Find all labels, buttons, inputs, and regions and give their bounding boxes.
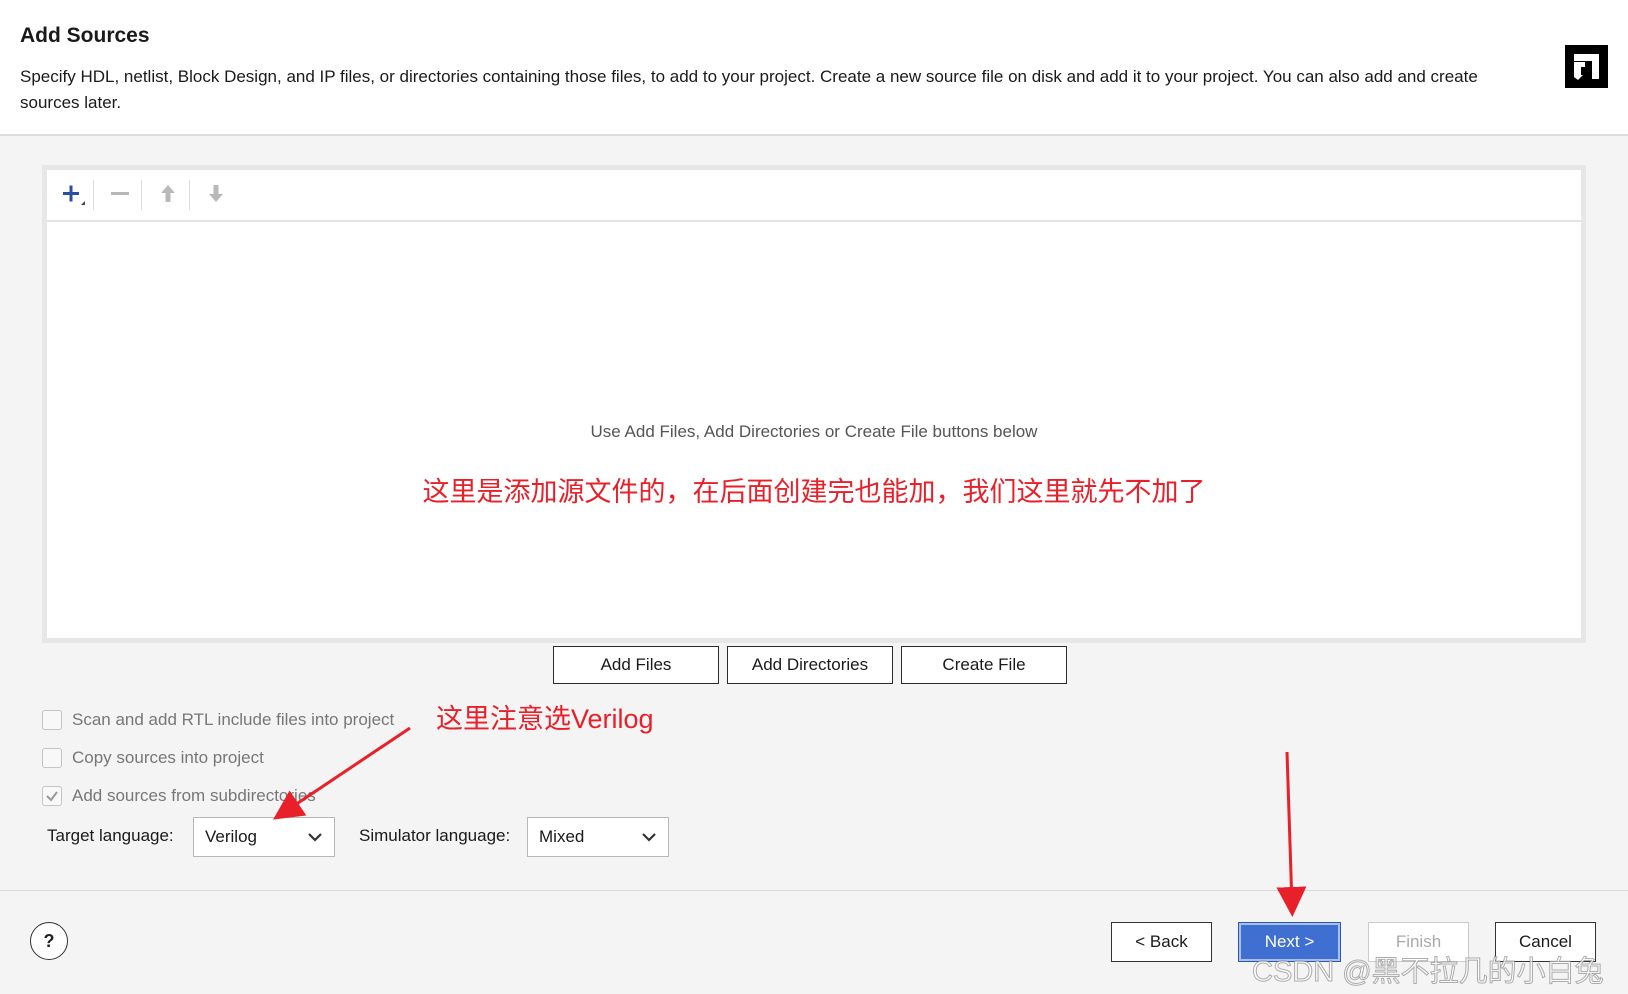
watermark: CSDN @黑不拉几的小白兔: [1252, 956, 1605, 989]
add-subdirs-checkbox[interactable]: [42, 786, 62, 806]
arrow-up-icon[interactable]: [153, 179, 183, 209]
scan-rtl-label: Scan and add RTL include files into proj…: [72, 710, 395, 729]
add-subdirs-option[interactable]: Add sources from subdirectories: [42, 783, 316, 809]
target-language-select[interactable]: Verilog: [193, 817, 335, 857]
plus-icon[interactable]: [57, 179, 87, 209]
minus-icon[interactable]: [105, 179, 135, 209]
back-button[interactable]: < Back: [1111, 922, 1212, 962]
create-file-button[interactable]: Create File: [901, 646, 1067, 684]
copy-sources-label: Copy sources into project: [72, 748, 264, 767]
scan-rtl-checkbox[interactable]: [42, 710, 62, 730]
target-language-label: Target language:: [47, 826, 174, 845]
annotation-text: 这里注意选Verilog: [436, 704, 654, 734]
simulator-language-value: Mixed: [539, 827, 585, 846]
page-description: Specify HDL, netlist, Block Design, and …: [20, 67, 1478, 112]
simulator-language-label: Simulator language:: [359, 826, 511, 845]
checkmark-icon: [46, 791, 58, 802]
add-files-button[interactable]: Add Files: [553, 646, 719, 684]
sources-toolbar: [47, 170, 1581, 222]
scan-rtl-option[interactable]: Scan and add RTL include files into proj…: [42, 707, 394, 733]
add-subdirs-label: Add sources from subdirectories: [72, 786, 316, 805]
help-button[interactable]: ?: [30, 922, 68, 960]
copy-sources-checkbox[interactable]: [42, 748, 62, 768]
toolbar-separator: [93, 180, 94, 210]
add-directories-button[interactable]: Add Directories: [727, 646, 893, 684]
annotation-arrow: [1276, 751, 1307, 917]
amd-logo-icon: [1565, 45, 1608, 88]
annotation-text: 这里是添加源文件的，在后面创建完也能加，我们这里就先不加了: [422, 477, 1206, 507]
simulator-language-select[interactable]: Mixed: [527, 817, 669, 857]
target-language-value: Verilog: [205, 827, 257, 846]
header: Add Sources Specify HDL, netlist, Block …: [0, 0, 1628, 136]
page-title: Add Sources: [20, 24, 150, 47]
chevron-down-icon: [308, 833, 322, 842]
sources-panel: Use Add Files, Add Directories or Create…: [42, 165, 1586, 643]
footer-divider: [0, 890, 1628, 891]
toolbar-separator: [189, 180, 190, 210]
copy-sources-option[interactable]: Copy sources into project: [42, 745, 264, 771]
toolbar-separator: [141, 180, 142, 210]
arrow-down-icon[interactable]: [201, 179, 231, 209]
chevron-down-icon: [642, 833, 656, 842]
empty-list-hint: Use Add Files, Add Directories or Create…: [590, 422, 1038, 441]
